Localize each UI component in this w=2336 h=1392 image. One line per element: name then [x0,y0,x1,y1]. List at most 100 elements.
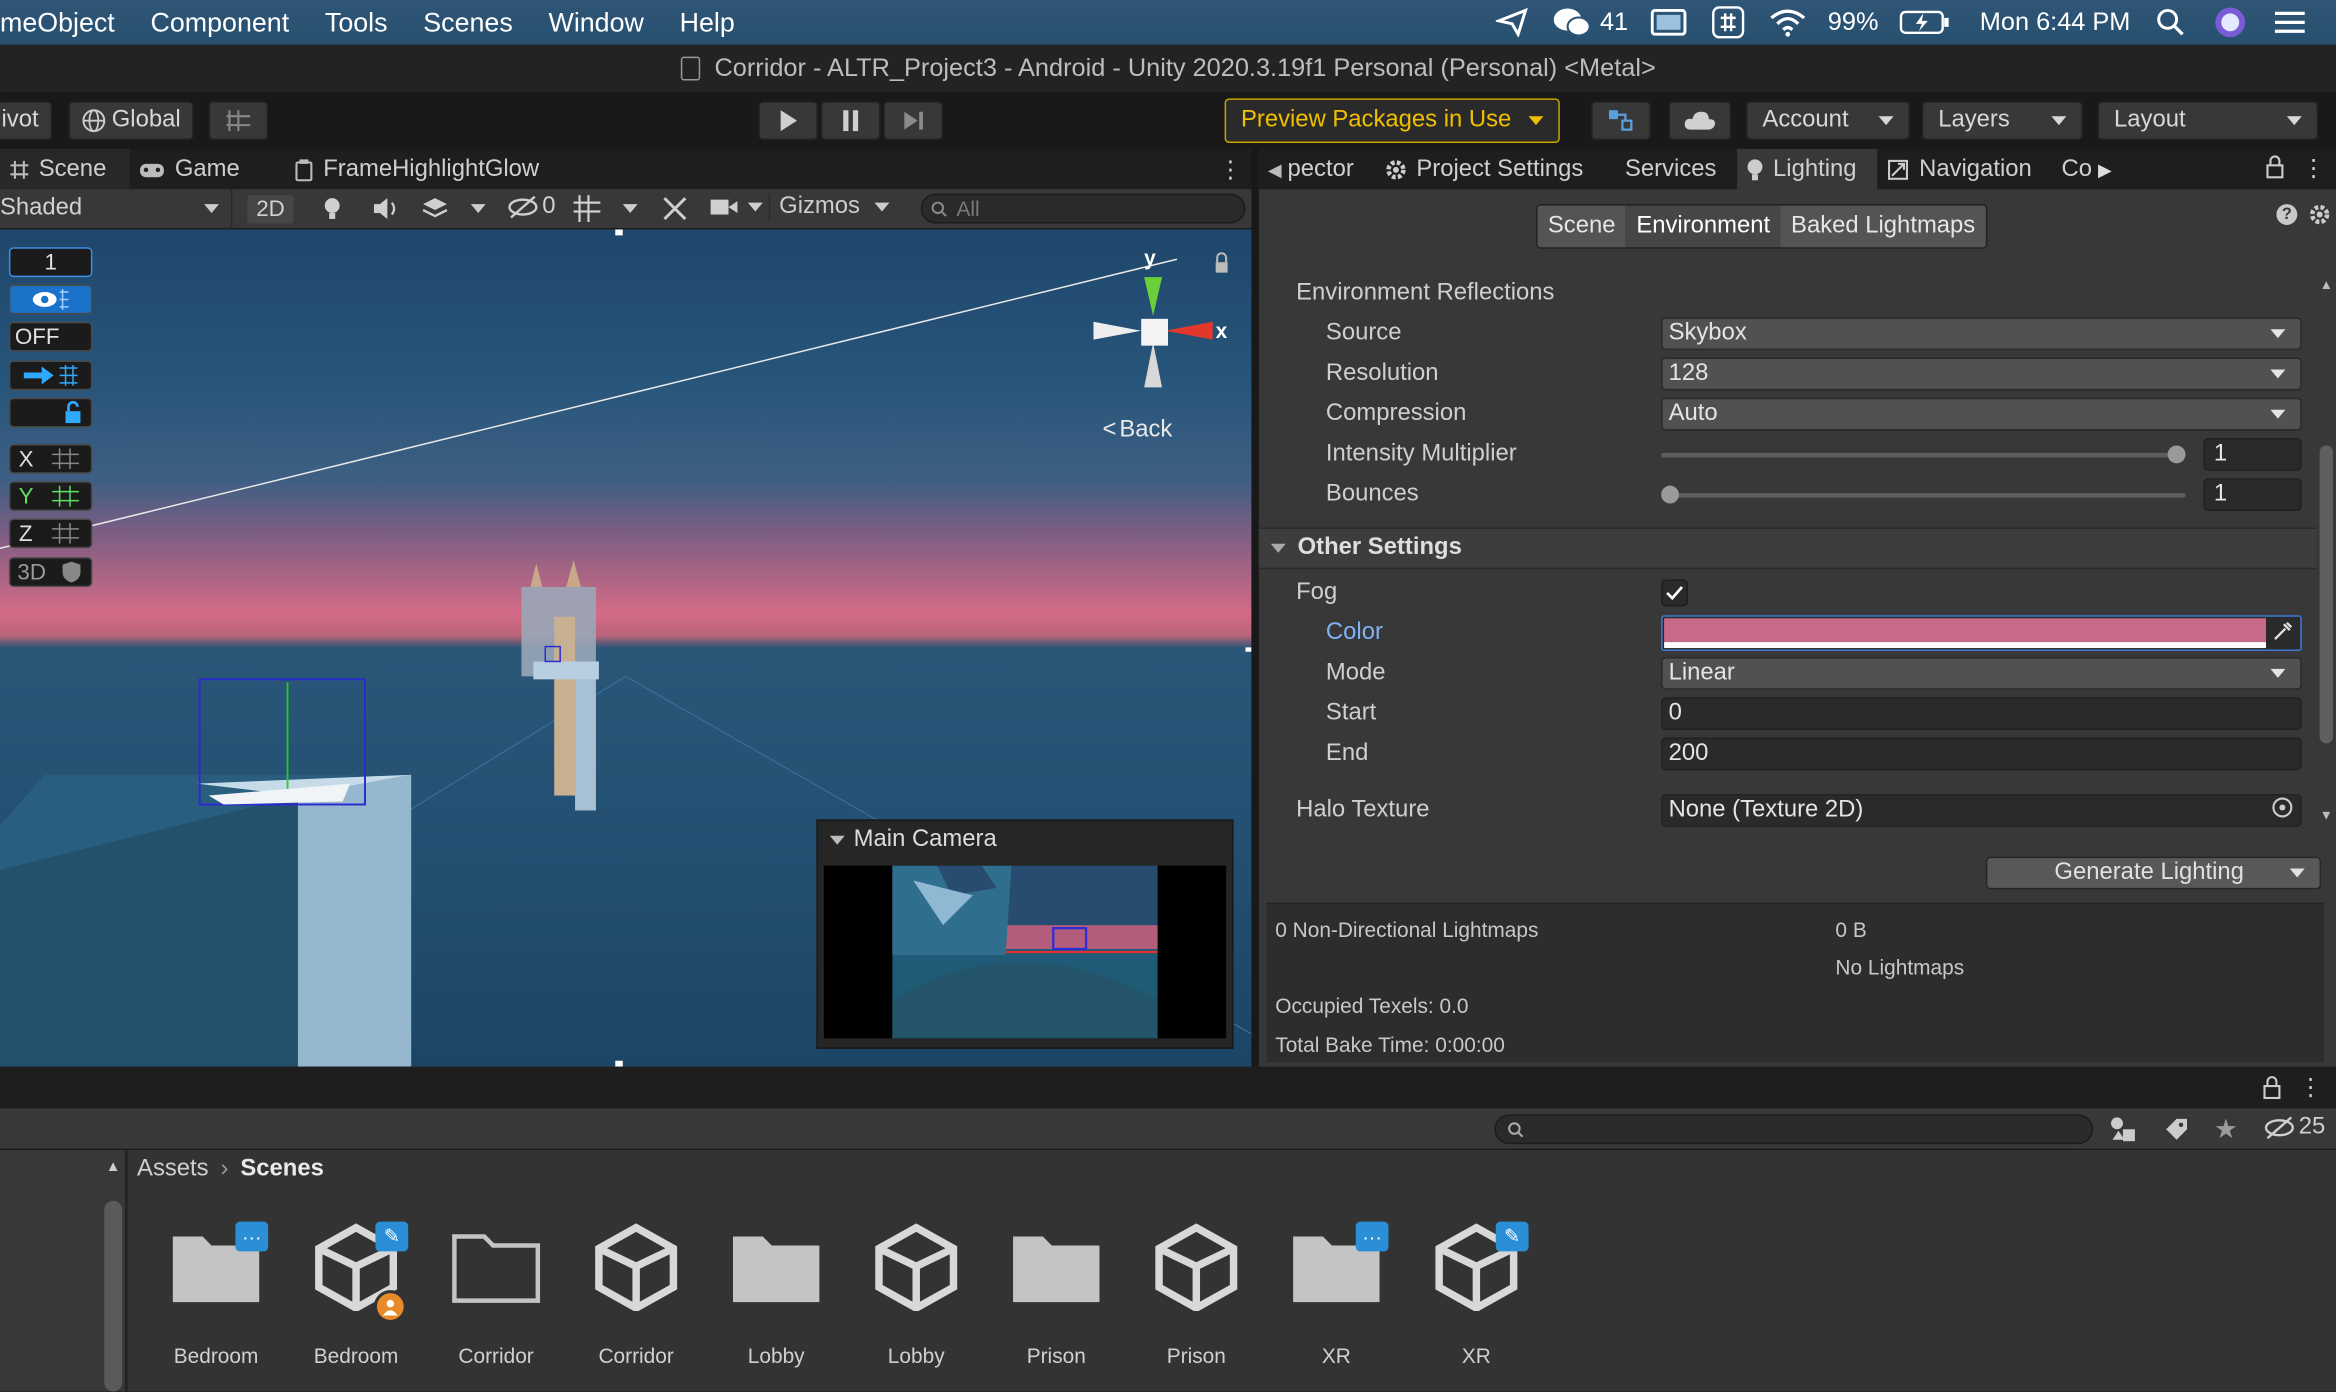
camera-preview-window[interactable]: Main Camera [816,819,1234,1049]
orientation-gizmo[interactable]: y x < Back [1085,246,1234,442]
tab-lighting[interactable]: Lighting [1737,148,1878,190]
asset-folder-corridor[interactable]: Corridor [429,1222,563,1371]
menu-scenes[interactable]: Scenes [405,0,530,45]
spotlight-search-icon[interactable] [2151,6,2190,39]
overlay-move-button[interactable] [8,360,93,391]
play-button[interactable] [758,101,818,141]
hidden-packages-toggle[interactable]: 25 [2263,1114,2325,1141]
cloud-button[interactable] [1668,101,1732,141]
lock-icon[interactable] [2266,155,2284,186]
subtab-baked-lightmaps[interactable]: Baked Lightmaps [1780,205,1986,248]
tab-inspector[interactable]: pector [1288,149,1375,189]
tree-scroll-up-icon[interactable]: ▲ [106,1159,121,1175]
input-method-icon[interactable] [1709,6,1748,39]
overlay-z-axis[interactable]: Z [8,518,93,549]
halo-texture-field[interactable]: None (Texture 2D) [1661,794,2302,827]
pivot-toggle[interactable]: ivot [0,101,53,141]
panel-splitter[interactable] [1251,148,1259,1067]
breadcrumb-assets[interactable]: Assets [137,1156,209,1183]
scrollbar-thumb[interactable] [2319,445,2334,744]
scene-search-input[interactable]: All [920,193,1246,224]
camera-preview-header[interactable]: Main Camera [818,821,1232,860]
preview-packages-dropdown[interactable]: Preview Packages in Use [1224,98,1561,144]
scene-viewport[interactable]: y x < Back 1 OFF X Y Z 3D Main Camera [0,229,1252,1067]
intensity-slider-handle[interactable] [2167,445,2186,464]
tree-scrollbar-thumb[interactable] [104,1200,123,1392]
scroll-up-icon[interactable]: ▲ [2320,277,2333,292]
asset-folder-lobby[interactable]: Lobby [709,1222,843,1371]
grid-snap-button[interactable] [208,101,269,141]
asset-scene-lobby[interactable]: Lobby [849,1222,983,1371]
scroll-down-icon[interactable]: ▼ [2320,807,2333,822]
fog-start-input[interactable]: 0 [1661,697,2302,731]
wechat-icon[interactable] [1552,6,1591,39]
asset-scene-bedroom[interactable]: ✎ Bedroom [289,1221,423,1371]
menu-help[interactable]: Help [662,0,753,45]
wifi-icon[interactable] [1768,6,1807,39]
audio-toggle-icon[interactable] [369,195,402,229]
asset-scene-prison[interactable]: Prison [1129,1222,1263,1371]
camera-dropdown[interactable] [709,197,763,218]
grid-dropdown[interactable] [572,194,638,224]
siri-icon[interactable] [2211,6,2250,39]
overlay-lock-button[interactable] [8,397,93,428]
project-search-input[interactable] [1494,1114,2094,1145]
tab-project-settings[interactable]: Project Settings [1375,149,1605,189]
tools-icon[interactable] [661,195,688,229]
account-dropdown[interactable]: Account [1746,101,1910,141]
tab-services[interactable]: Services [1604,149,1737,189]
battery-icon[interactable] [1899,6,1950,39]
fog-end-input[interactable]: 200 [1661,737,2302,771]
menu-tools[interactable]: Tools [307,0,405,45]
breadcrumb-scenes[interactable]: Scenes [240,1156,323,1183]
hidden-objects-toggle[interactable]: 0 [507,194,556,221]
fog-checkbox[interactable] [1661,579,1688,607]
generate-lighting-button[interactable]: Generate Lighting [1985,856,2322,890]
layout-dropdown[interactable]: Layout [2097,101,2319,141]
settings-gear-icon[interactable] [2308,203,2332,234]
overlay-button-1[interactable]: 1 [8,247,93,278]
search-by-type-icon[interactable] [2110,1116,2140,1150]
lock-icon[interactable] [2263,1076,2281,1107]
collab-button[interactable] [1591,101,1651,141]
compression-dropdown[interactable]: Auto [1661,397,2302,431]
object-picker-icon[interactable] [2270,795,2294,826]
gizmo-view-label[interactable]: < Back [1102,417,1172,444]
menu-component[interactable]: Component [133,0,307,45]
asset-scene-corridor[interactable]: Corridor [569,1222,703,1371]
more-options-icon[interactable]: ⋮ [1219,155,1243,185]
fog-color-field[interactable] [1661,615,2302,652]
tab-scene[interactable]: Scene [0,148,131,190]
favorites-star-icon[interactable]: ★ [2214,1114,2238,1145]
project-folder-tree[interactable]: ▲ [0,1150,127,1392]
control-center-icon[interactable] [2270,6,2309,39]
subtab-scene[interactable]: Scene [1537,205,1626,248]
step-button[interactable] [883,101,944,141]
menu-window[interactable]: Window [531,0,662,45]
eyedropper-icon[interactable] [2270,620,2294,651]
shading-mode-dropdown[interactable]: Shaded [0,189,233,228]
tab-scroll-left-icon[interactable]: ◀ [1259,159,1288,180]
bounces-slider-handle[interactable] [1661,485,1680,504]
overlay-3d-toggle[interactable]: 3D [8,557,93,587]
help-icon[interactable]: ? [2276,204,2298,225]
lighting-scrollbar[interactable]: ▲ ▼ [2316,274,2336,826]
more-options-icon[interactable]: ⋮ [2302,153,2326,183]
resolution-dropdown[interactable]: 128 [1661,357,2302,391]
effects-dropdown[interactable] [420,195,486,222]
asset-folder-prison[interactable]: Prison [989,1222,1123,1371]
layers-dropdown[interactable]: Layers [1921,101,2083,141]
send-icon[interactable] [1493,6,1532,39]
asset-scene-xr[interactable]: ✎ XR [1409,1221,1543,1371]
bounces-slider[interactable] [1661,485,2186,504]
overlay-visibility-button[interactable] [8,284,93,315]
source-dropdown[interactable]: Skybox [1661,317,2302,351]
subtab-environment[interactable]: Environment [1625,205,1781,248]
lighting-toggle-icon[interactable] [316,195,349,229]
screen-icon[interactable] [1649,6,1688,39]
intensity-input[interactable]: 1 [2203,438,2302,471]
overlay-x-axis[interactable]: X [8,443,93,474]
search-by-label-icon[interactable] [2163,1116,2190,1150]
overlay-y-axis[interactable]: Y [8,481,93,512]
intensity-slider[interactable] [1661,445,2186,464]
